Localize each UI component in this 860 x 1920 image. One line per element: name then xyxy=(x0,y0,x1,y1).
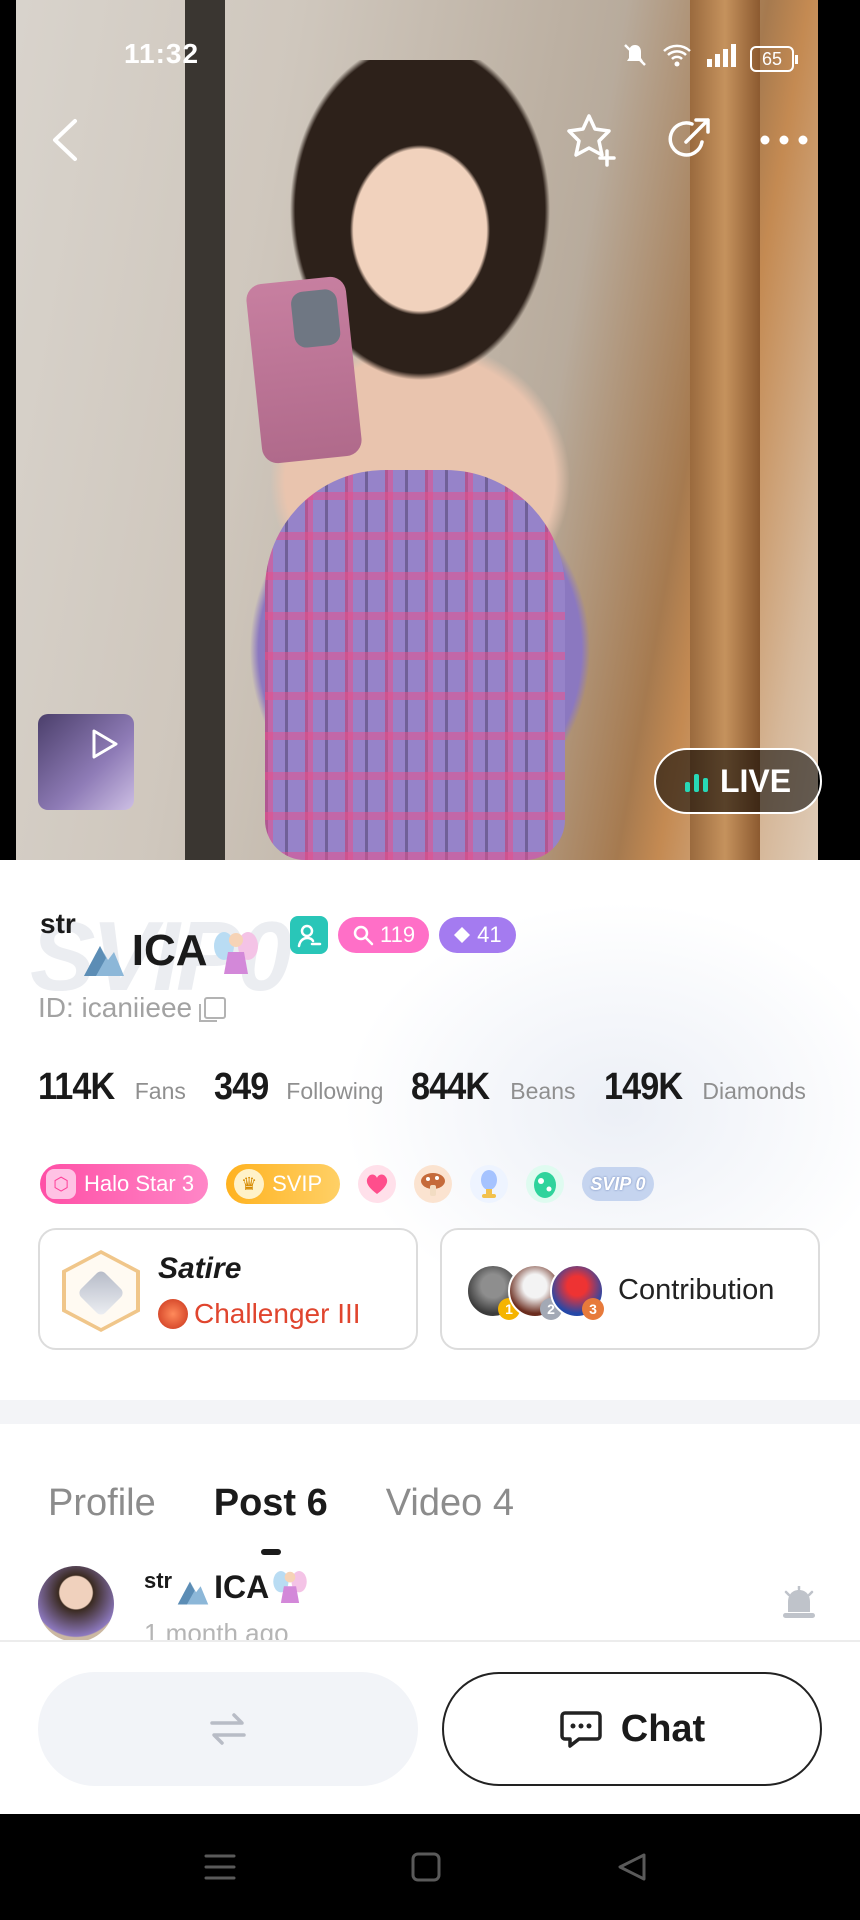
username-row: str ICA xyxy=(40,908,258,978)
mushroom-badge-icon[interactable] xyxy=(414,1165,453,1203)
fans-count[interactable]: 114K xyxy=(38,1066,115,1109)
post-author-name[interactable]: str ICA xyxy=(144,1568,307,1606)
back-button[interactable] xyxy=(34,110,94,170)
home-square-icon[interactable] xyxy=(410,1852,442,1882)
trophy-badge-icon[interactable] xyxy=(470,1165,509,1203)
chevron-left-icon xyxy=(53,119,77,161)
contribution-label: Contribution xyxy=(618,1274,775,1306)
profile-tabs: Profile Post 6 Video 4 xyxy=(48,1482,514,1555)
share-icon xyxy=(668,118,710,157)
svip-label: SVIP xyxy=(272,1171,323,1196)
search-level-badge[interactable]: 119 xyxy=(338,917,430,953)
rank-tier-label: Challenger III xyxy=(194,1298,361,1329)
chat-bubble-icon xyxy=(560,1711,602,1748)
following-label[interactable]: Following xyxy=(286,1078,383,1105)
egg-badge-icon[interactable] xyxy=(526,1165,565,1203)
post-author-avatar[interactable] xyxy=(38,1566,114,1642)
live-label: LIVE xyxy=(719,762,792,799)
live-bars-icon xyxy=(684,770,708,792)
play-icon xyxy=(92,729,118,759)
halo-hexagon-icon: ⬡ xyxy=(46,1169,76,1199)
back-triangle-icon[interactable] xyxy=(616,1852,648,1882)
fairy-icon xyxy=(273,1571,307,1603)
follow-toggle-button[interactable] xyxy=(38,1672,418,1786)
halo-star-medal[interactable]: ⬡ Halo Star 3 xyxy=(40,1164,209,1204)
bottom-action-bar: Chat xyxy=(0,1640,860,1814)
crown-icon: ♛ xyxy=(234,1169,265,1199)
mute-icon xyxy=(622,42,648,75)
live-button[interactable]: LIVE xyxy=(654,748,822,814)
follow-star-button[interactable] xyxy=(562,110,622,170)
contributor-avatars: 1 2 3 xyxy=(466,1264,604,1320)
share-button[interactable] xyxy=(658,110,718,170)
chat-label: Chat xyxy=(620,1707,706,1750)
contribution-tile[interactable]: 1 2 3 Contribution xyxy=(440,1228,820,1350)
following-count[interactable]: 349 xyxy=(214,1066,269,1109)
username-prefix: str xyxy=(40,908,76,939)
beans-count[interactable]: 844K xyxy=(411,1066,490,1109)
user-id: ID: icaniieee xyxy=(38,992,193,1023)
status-bar: 11:32 65 xyxy=(0,28,860,78)
chat-button[interactable]: Chat xyxy=(442,1672,822,1786)
tab-profile[interactable]: Profile xyxy=(48,1482,156,1525)
contributor-avatar: 3 xyxy=(550,1264,604,1320)
challenger-emblem-icon xyxy=(158,1299,188,1329)
svip-zero-badge[interactable]: SVIP 0 xyxy=(582,1167,654,1201)
diamonds-label[interactable]: Diamonds xyxy=(702,1078,806,1105)
menu-lines-icon[interactable] xyxy=(204,1852,236,1882)
more-options-button[interactable] xyxy=(754,110,814,170)
photo-subject-dress xyxy=(265,470,565,860)
tab-post[interactable]: Post 6 xyxy=(214,1482,328,1555)
bell-icon[interactable] xyxy=(780,1586,818,1622)
mountain-icon xyxy=(177,1581,209,1605)
content-section: Profile Post 6 Video 4 str ICA 1 month a… xyxy=(0,1400,860,1648)
search-icon xyxy=(353,925,374,946)
rank-tier: Challenger III xyxy=(158,1298,361,1330)
signal-icon xyxy=(706,43,736,74)
beans-label[interactable]: Beans xyxy=(510,1078,575,1105)
wifi-icon xyxy=(662,43,692,74)
top-nav xyxy=(0,110,860,170)
heart-badge-icon[interactable] xyxy=(358,1165,397,1203)
username-main: ICA xyxy=(131,926,208,975)
badge-row: 119 41 xyxy=(290,916,516,954)
medal-row: ⬡ Halo Star 3 ♛ SVIP SVIP 0 xyxy=(40,1164,654,1204)
star-plus-icon xyxy=(567,114,616,167)
search-level-count: 119 xyxy=(380,922,416,947)
system-navigation-bar xyxy=(0,1814,860,1920)
diamond-level-badge[interactable]: 41 xyxy=(439,917,516,953)
status-time: 11:32 xyxy=(124,38,200,69)
battery-icon: 65 xyxy=(749,45,799,72)
photo-subject-phone xyxy=(244,275,364,465)
svip-medal[interactable]: ♛ SVIP xyxy=(226,1164,341,1204)
fairy-icon xyxy=(213,932,258,974)
profile-card: SVIP0 str ICA 119 41 ID: icaniieee 114K … xyxy=(0,860,860,1400)
tab-video[interactable]: Video 4 xyxy=(386,1482,514,1525)
diamond-icon xyxy=(454,927,471,943)
mountain-icon xyxy=(83,946,124,976)
halo-star-label: Halo Star 3 xyxy=(84,1171,195,1196)
diamonds-count[interactable]: 149K xyxy=(604,1066,683,1109)
profile-cover-photo[interactable]: 11:32 65 LIVE xyxy=(0,0,860,860)
post-author-main: ICA xyxy=(214,1569,270,1605)
diamond-level-count: 41 xyxy=(477,922,502,947)
fans-label[interactable]: Fans xyxy=(135,1078,186,1105)
status-icons: 65 xyxy=(622,42,799,75)
post-author-prefix: str xyxy=(144,1568,173,1593)
friend-badge-icon[interactable] xyxy=(290,916,328,954)
copy-icon[interactable] xyxy=(199,997,227,1022)
rank-tile[interactable]: Satire Challenger III xyxy=(38,1228,418,1350)
user-id-row: ID: icaniieee xyxy=(38,992,227,1024)
stats-row: 114K Fans 349 Following 844K Beans 149K … xyxy=(38,1066,822,1109)
swap-arrows-icon xyxy=(210,1713,246,1745)
rank-badge: 3 xyxy=(582,1298,604,1320)
intro-video-thumbnail[interactable] xyxy=(38,714,134,810)
rank-title: Satire xyxy=(158,1252,242,1285)
more-dots-icon xyxy=(760,135,808,145)
